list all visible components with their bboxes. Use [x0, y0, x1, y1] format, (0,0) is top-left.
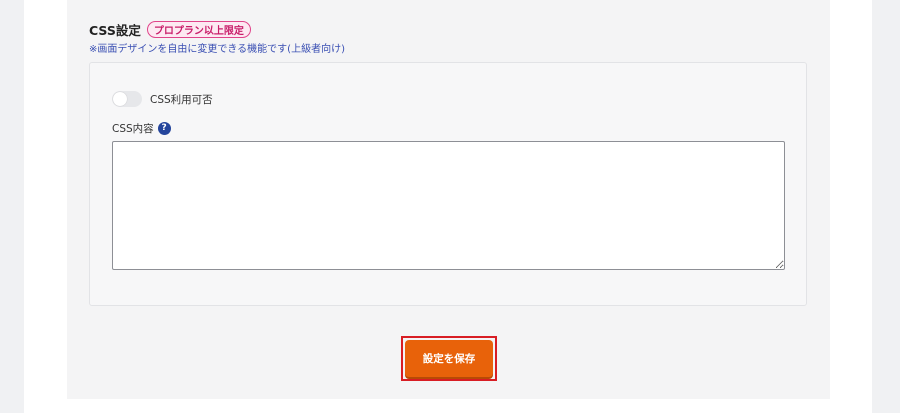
css-settings-header: CSS設定 プロプラン以上限定 — [89, 19, 251, 39]
question-circle-icon[interactable]: ? — [157, 121, 171, 135]
css-content-textarea[interactable] — [112, 141, 785, 270]
save-settings-button[interactable]: 設定を保存 — [405, 340, 493, 377]
css-enable-label: CSS利用可否 — [150, 93, 213, 106]
css-toggle-row: CSS利用可否 — [112, 90, 213, 108]
section-title: CSS設定 — [89, 22, 141, 38]
css-content-label: CSS内容 — [112, 122, 154, 135]
section-note: ※画面デザインを自由に変更できる機能です(上級者向け) — [89, 44, 345, 55]
plan-badge: プロプラン以上限定 — [146, 20, 251, 38]
css-enable-toggle[interactable] — [112, 91, 142, 107]
css-content-label-row: CSS内容 ? — [112, 120, 171, 136]
